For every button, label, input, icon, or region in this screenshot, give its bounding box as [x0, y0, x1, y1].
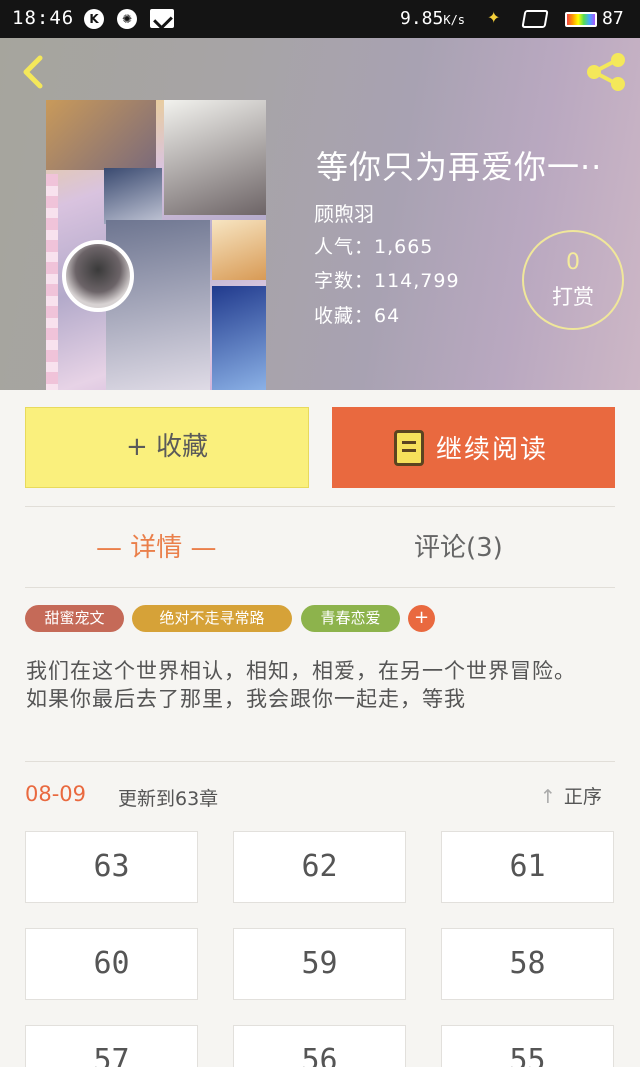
tag-chip[interactable]: 绝对不走寻常路	[132, 605, 292, 632]
signal-frame-icon	[521, 10, 549, 28]
share-button[interactable]	[582, 50, 630, 94]
cover-round-portrait	[62, 240, 134, 312]
reward-button[interactable]: 0 打赏	[522, 230, 624, 330]
chapter-button[interactable]: 62	[233, 831, 406, 903]
add-to-favorites-button[interactable]: + 收藏	[25, 407, 309, 488]
chapter-button[interactable]: 55	[441, 1025, 614, 1067]
chevron-left-icon	[23, 55, 43, 89]
cover-photo-tile	[46, 100, 156, 170]
update-date: 08-09	[25, 782, 87, 806]
reward-label: 打赏	[552, 285, 594, 309]
chapter-button[interactable]: 61	[441, 831, 614, 903]
tab-comments[interactable]: 评论(3)	[414, 527, 503, 564]
update-status: 更新到63章	[118, 788, 219, 810]
sort-order-toggle[interactable]: ↑ 正序	[540, 782, 602, 809]
divider	[25, 587, 615, 588]
chapter-button[interactable]: 56	[233, 1025, 406, 1067]
continue-reading-label: 继续阅读	[436, 435, 549, 465]
book-header: 等你只为再爱你一·· 顾煦羽 人气：1,665 字数：114,799 收藏：64…	[0, 38, 640, 390]
image-notification-icon	[150, 9, 174, 28]
book-icon	[394, 430, 424, 466]
share-icon	[587, 53, 625, 91]
divider	[25, 761, 615, 762]
cover-photo-tile	[164, 100, 266, 215]
arrow-up-icon: ↑	[540, 786, 556, 808]
chapter-button[interactable]: 59	[233, 928, 406, 1000]
tag-chip[interactable]: 甜蜜宠文	[25, 605, 124, 632]
book-cover[interactable]	[46, 100, 266, 390]
tag-chip[interactable]: 青春恋爱	[301, 605, 400, 632]
add-tag-button[interactable]: +	[408, 605, 435, 632]
battery-icon	[565, 12, 597, 27]
cover-photo-tile	[104, 168, 162, 224]
cover-photo-tile	[106, 220, 210, 390]
favorites-stat: 收藏：64	[314, 305, 401, 327]
network-speed: 9.85K/s	[400, 8, 466, 29]
chapter-button[interactable]: 63	[25, 831, 198, 903]
chapter-button[interactable]: 60	[25, 928, 198, 1000]
popularity-stat: 人气：1,665	[314, 236, 434, 258]
chapter-button[interactable]: 58	[441, 928, 614, 1000]
status-bar: 18:46 K ✺ 9.85K/s ✦ 87	[0, 0, 640, 38]
kuwo-notification-icon: K	[84, 9, 104, 29]
tab-details[interactable]: — 详情 —	[96, 527, 217, 564]
divider	[25, 506, 615, 507]
continue-reading-button[interactable]: 继续阅读	[332, 407, 615, 488]
weather-stars-icon: ✦	[487, 8, 501, 27]
cover-decor-strip	[46, 174, 58, 390]
chapter-button[interactable]: 57	[25, 1025, 198, 1067]
cover-photo-tile	[212, 286, 266, 390]
status-time: 18:46	[12, 7, 75, 29]
reward-count: 0	[566, 250, 580, 275]
sort-order-label: 正序	[563, 786, 602, 808]
cover-photo-tile	[212, 220, 266, 280]
book-description: 我们在这个世界相认，相知，相爱，在另一个世界冒险。如果你最后去了那里，我会跟你一…	[26, 659, 576, 711]
word-count-stat: 字数：114,799	[314, 270, 460, 292]
camera-aperture-icon: ✺	[117, 9, 137, 29]
battery-level: 87	[602, 8, 624, 29]
book-author[interactable]: 顾煦羽	[314, 198, 374, 227]
book-title: 等你只为再爱你一··	[316, 148, 603, 186]
back-button[interactable]	[14, 50, 54, 94]
